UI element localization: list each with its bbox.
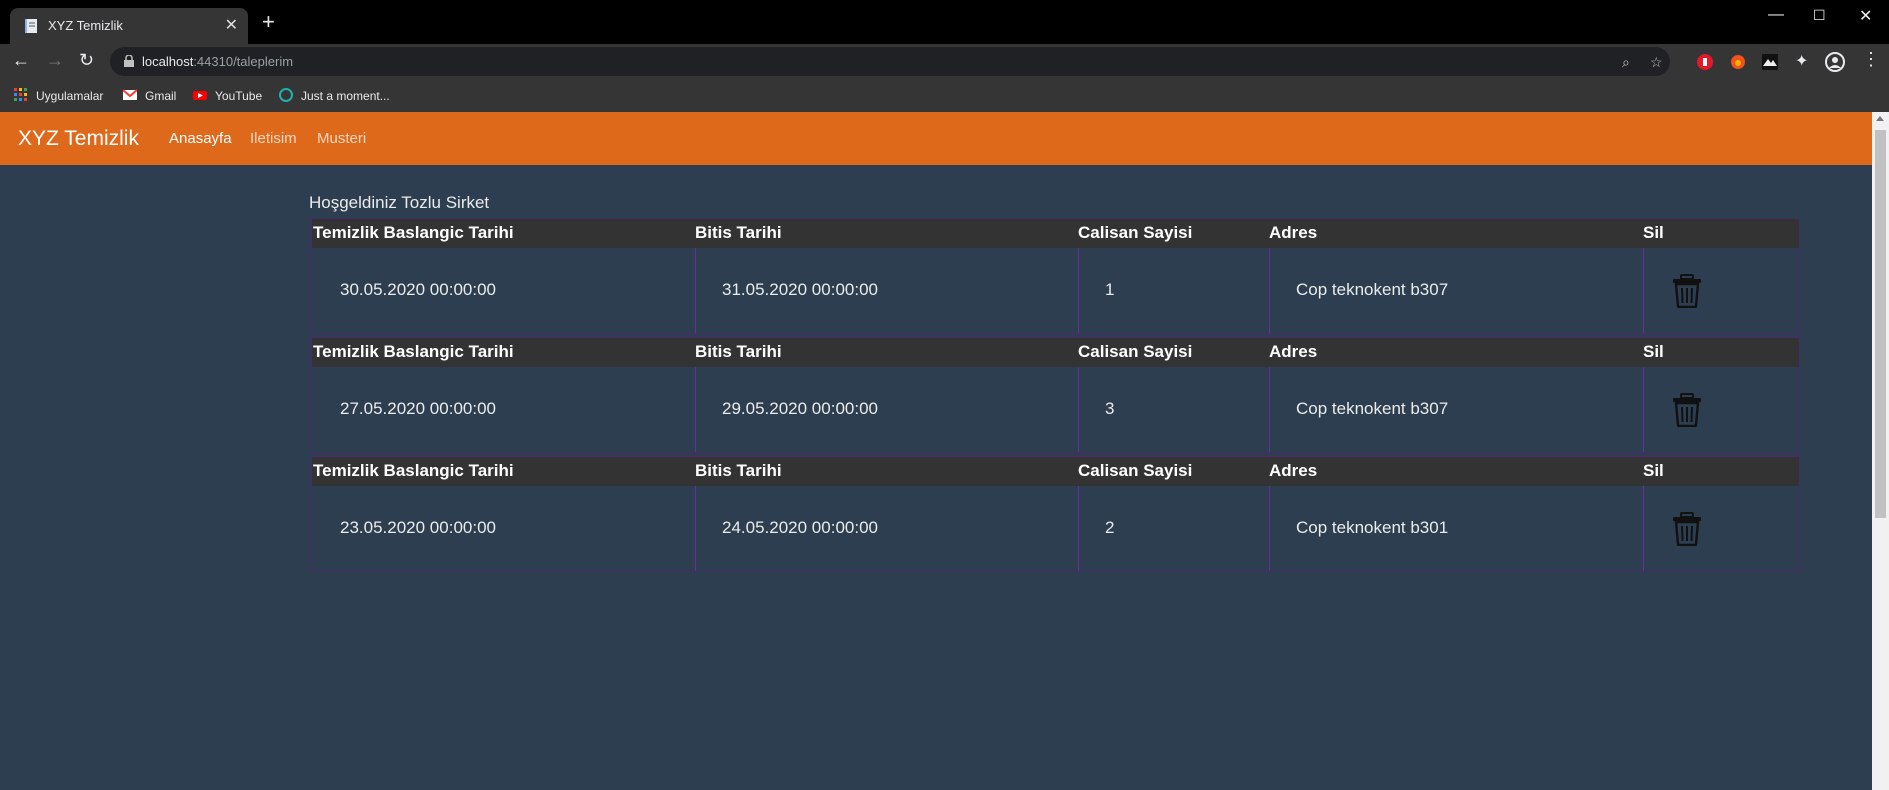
maximize-icon[interactable]: ☐ — [1813, 7, 1826, 24]
close-tab-icon[interactable]: ✕ — [225, 15, 238, 35]
column-header: Calisan Sayisi — [1078, 223, 1193, 242]
cell-divider — [1269, 248, 1270, 333]
extension-fox-icon[interactable] — [1730, 54, 1746, 70]
lock-icon — [124, 55, 134, 67]
browser-tab[interactable]: XYZ Temizlik ✕ — [10, 8, 248, 44]
minimize-icon[interactable]: — — [1768, 6, 1784, 24]
request-table: Temizlik Baslangic Tarihi Bitis Tarihi Cal… — [311, 456, 1800, 572]
window-close-icon[interactable]: ✕ — [1859, 6, 1872, 26]
extension-mountain-icon[interactable] — [1762, 54, 1778, 70]
cell-divider — [1643, 367, 1644, 452]
column-header: Temizlik Baslangic Tarihi — [313, 342, 514, 361]
browser-toolbar: ← → ↻ localhost:44310/taleplerim ⌕ ☆ ✦ ⋮ — [0, 44, 1889, 79]
forward-icon[interactable]: → — [46, 50, 64, 71]
trash-icon[interactable] — [1672, 512, 1702, 546]
page-scrollbar[interactable] — [1872, 112, 1889, 790]
url-text: localhost:44310/taleplerim — [142, 54, 293, 69]
youtube-icon — [193, 91, 207, 100]
site-navbar: XYZ Temizlik Anasayfa Iletisim Musteri — [0, 112, 1872, 165]
bookmark-just-a-moment[interactable]: Just a moment... — [279, 88, 390, 103]
cell-divider — [1269, 367, 1270, 452]
column-header: Calisan Sayisi — [1078, 461, 1193, 480]
cell-divider — [1078, 486, 1079, 571]
nav-link-iletisim[interactable]: Iletisim — [250, 130, 297, 147]
bookmarks-bar: Uygulamalar Gmail YouTube Just a moment.… — [0, 79, 1889, 113]
nav-link-anasayfa[interactable]: Anasayfa — [169, 130, 232, 147]
end-date-cell: 29.05.2020 00:00:00 — [722, 399, 878, 418]
back-icon[interactable]: ← — [12, 50, 30, 71]
welcome-message: Hoşgeldiniz Tozlu Sirket — [309, 193, 490, 212]
bookmark-label: YouTube — [215, 89, 263, 103]
end-date-cell: 31.05.2020 00:00:00 — [722, 280, 878, 299]
column-header: Bitis Tarihi — [695, 461, 782, 480]
request-table: Temizlik Baslangic Tarihi Bitis Tarihi Cal… — [311, 218, 1800, 334]
column-header: Calisan Sayisi — [1078, 342, 1193, 361]
page-favicon-icon — [25, 19, 37, 33]
cell-divider — [1078, 367, 1079, 452]
site-globe-icon — [279, 88, 293, 102]
bookmark-label: Just a moment... — [301, 89, 390, 103]
start-date-cell: 23.05.2020 00:00:00 — [340, 518, 496, 537]
table-header-row: Temizlik Baslangic Tarihi Bitis Tarihi Cal… — [312, 338, 1799, 367]
browser-titlebar: XYZ Temizlik ✕ + — ☐ ✕ — [0, 0, 1889, 44]
new-tab-button[interactable]: + — [262, 11, 275, 33]
table-header-row: Temizlik Baslangic Tarihi Bitis Tarihi Cal… — [312, 457, 1799, 486]
zoom-icon[interactable]: ⌕ — [1622, 54, 1630, 71]
menu-dots-icon[interactable]: ⋮ — [1862, 49, 1880, 70]
column-header: Sil — [1643, 342, 1664, 361]
column-header: Sil — [1643, 461, 1664, 480]
extensions-puzzle-icon[interactable]: ✦ — [1795, 51, 1808, 71]
column-header: Adres — [1269, 342, 1318, 361]
worker-count-cell: 2 — [1105, 518, 1115, 537]
site-brand[interactable]: XYZ Temizlik — [18, 127, 139, 151]
cell-divider — [1643, 248, 1644, 333]
trash-icon[interactable] — [1672, 393, 1702, 427]
request-table: Temizlik Baslangic Tarihi Bitis Tarihi Cal… — [311, 337, 1800, 453]
bookmark-youtube[interactable]: YouTube — [193, 88, 262, 103]
bookmark-label: Gmail — [145, 89, 177, 103]
tab-title: XYZ Temizlik — [48, 18, 123, 33]
address-bar[interactable]: localhost:44310/taleplerim ⌕ ☆ — [110, 47, 1670, 76]
cell-divider — [695, 248, 696, 333]
extension-adblock-icon[interactable] — [1697, 54, 1713, 70]
column-header: Bitis Tarihi — [695, 342, 782, 361]
worker-count-cell: 1 — [1105, 280, 1115, 299]
column-header: Adres — [1269, 223, 1318, 242]
worker-count-cell: 3 — [1105, 399, 1115, 418]
scrollbar-thumb[interactable] — [1875, 130, 1886, 518]
column-header: Bitis Tarihi — [695, 223, 782, 242]
address-cell: Cop teknokent b307 — [1296, 399, 1449, 418]
bookmark-gmail[interactable]: Gmail — [123, 88, 176, 103]
column-header: Adres — [1269, 461, 1318, 480]
cell-divider — [695, 367, 696, 452]
url-host: localhost — [142, 54, 194, 69]
column-header: Sil — [1643, 223, 1664, 242]
reload-icon[interactable]: ↻ — [79, 50, 94, 71]
start-date-cell: 27.05.2020 00:00:00 — [340, 399, 496, 418]
profile-avatar-icon[interactable] — [1825, 52, 1845, 72]
cell-divider — [1078, 248, 1079, 333]
bookmark-label: Uygulamalar — [36, 89, 104, 103]
cell-divider — [695, 486, 696, 571]
column-header: Temizlik Baslangic Tarihi — [313, 223, 514, 242]
nav-link-musteri[interactable]: Musteri — [317, 130, 366, 147]
gmail-icon — [123, 89, 137, 100]
address-cell: Cop teknokent b307 — [1296, 280, 1449, 299]
address-cell: Cop teknokent b301 — [1296, 518, 1449, 537]
column-header: Temizlik Baslangic Tarihi — [313, 461, 514, 480]
trash-icon[interactable] — [1672, 274, 1702, 308]
scroll-up-icon[interactable] — [1876, 116, 1884, 121]
start-date-cell: 30.05.2020 00:00:00 — [340, 280, 496, 299]
cell-divider — [1269, 486, 1270, 571]
end-date-cell: 24.05.2020 00:00:00 — [722, 518, 878, 537]
bookmark-apps[interactable]: Uygulamalar — [14, 88, 103, 103]
url-path: :44310/taleplerim — [193, 54, 294, 69]
bookmark-star-icon[interactable]: ☆ — [1650, 54, 1663, 71]
apps-grid-icon — [14, 88, 27, 101]
cell-divider — [1643, 486, 1644, 571]
table-header-row: Temizlik Baslangic Tarihi Bitis Tarihi Cal… — [312, 219, 1799, 248]
